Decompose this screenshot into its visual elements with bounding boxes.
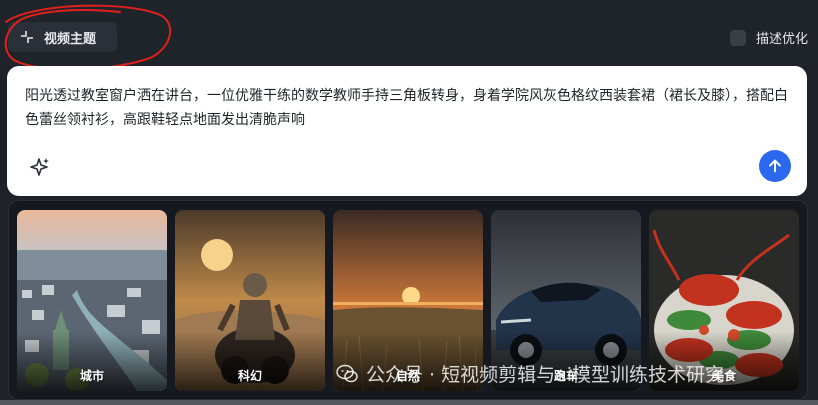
theme-tile-nature[interactable]: 自然: [333, 210, 483, 391]
theme-tile-sportscar[interactable]: 跑车: [491, 210, 641, 391]
tile-label: 科幻: [237, 369, 262, 383]
send-button[interactable]: [759, 150, 791, 182]
video-theme-label: 视频主题: [44, 31, 97, 47]
optimize-label: 描述优化: [755, 32, 808, 47]
tile-label: 跑车: [553, 369, 578, 383]
tile-label: 城市: [79, 369, 104, 383]
video-theme-button[interactable]: 视频主题: [8, 22, 117, 52]
collapse-arrows-icon: [18, 28, 36, 46]
bottom-strip: [0, 400, 818, 405]
theme-tile-city[interactable]: 城市: [17, 210, 167, 391]
prompt-input[interactable]: 阳光透过教室窗户洒在讲台，一位优雅干练的数学教师手持三角板转身，身着学院风灰色格…: [25, 84, 795, 132]
theme-tile-food[interactable]: 美食: [649, 210, 799, 391]
optimize-checkbox[interactable]: [729, 29, 746, 46]
sparkle-icon[interactable]: [29, 156, 51, 178]
prompt-card: 阳光透过教室窗户洒在讲台，一位优雅干练的数学教师手持三角板转身，身着学院风灰色格…: [7, 66, 807, 196]
tile-label: 美食: [711, 369, 736, 383]
theme-gallery: 城市 科幻 自然 跑车 美食: [8, 200, 808, 400]
arrow-up-icon: [769, 159, 781, 173]
optimize-description-toggle[interactable]: 描述优化: [729, 28, 808, 47]
top-bar: [0, 0, 818, 66]
tile-label: 自然: [395, 369, 420, 383]
theme-tile-scifi[interactable]: 科幻: [175, 210, 325, 391]
